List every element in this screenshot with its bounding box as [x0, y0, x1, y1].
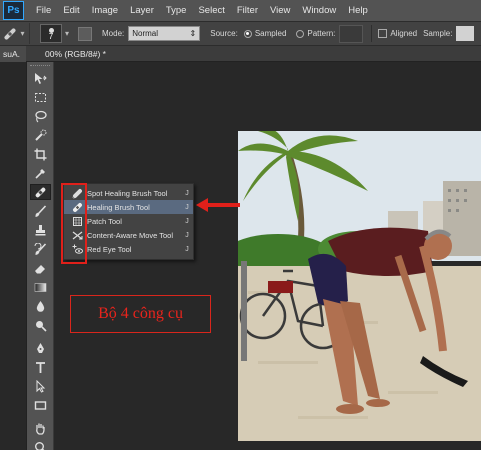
document-image: [238, 131, 481, 441]
menu-help[interactable]: Help: [342, 5, 374, 16]
quick-selection-icon[interactable]: [30, 127, 51, 143]
toolbar-grip[interactable]: [30, 65, 50, 68]
flyout-label: Content-Aware Move Tool: [87, 230, 174, 240]
brush-size-picker[interactable]: 7: [40, 24, 62, 43]
aligned-label: Aligned: [390, 29, 418, 38]
lasso-icon[interactable]: [30, 108, 51, 124]
blur-icon[interactable]: [30, 298, 51, 314]
tab-document-2[interactable]: 00% (RGB/8#) *: [45, 46, 106, 62]
sampled-label: Sampled: [254, 29, 287, 38]
menu-edit[interactable]: Edit: [57, 5, 85, 16]
tools-panel: [27, 62, 54, 450]
flyout-label: Red Eye Tool: [87, 244, 132, 254]
menu-filter[interactable]: Filter: [231, 5, 264, 16]
flyout-label: Patch Tool: [87, 216, 122, 226]
menu-bar: Ps File Edit Image Layer Type Select Fil…: [0, 0, 481, 21]
flyout-label: Healing Brush Tool: [87, 202, 150, 212]
eraser-icon[interactable]: [30, 260, 51, 276]
shortcut-key: J: [185, 231, 189, 239]
pen-icon[interactable]: [30, 340, 51, 356]
brush-icon[interactable]: [30, 203, 51, 219]
eyedropper-icon[interactable]: [30, 165, 51, 181]
panel-dock-collapsed: [0, 62, 27, 450]
move-tool-icon[interactable]: [30, 70, 51, 86]
clone-stamp-icon[interactable]: [30, 222, 51, 238]
type-icon[interactable]: [30, 359, 51, 375]
chevron-down-icon[interactable]: ▾: [62, 29, 72, 38]
history-brush-icon[interactable]: [30, 241, 51, 257]
source-label: Source:: [210, 29, 238, 38]
annotation-arrow-icon: [196, 198, 240, 212]
hand-icon[interactable]: [30, 420, 51, 436]
menu-type[interactable]: Type: [160, 5, 193, 16]
sample-select[interactable]: [456, 26, 475, 41]
gradient-icon[interactable]: [30, 279, 51, 295]
divider: [371, 25, 373, 42]
menu-window[interactable]: Window: [296, 5, 342, 16]
photoshop-logo: Ps: [3, 1, 24, 20]
pattern-label: Pattern:: [307, 29, 336, 38]
dodge-icon[interactable]: [30, 317, 51, 333]
menu-image[interactable]: Image: [86, 5, 124, 16]
healing-brush-icon: [3, 27, 16, 40]
tool-preset-picker[interactable]: ▾: [0, 23, 30, 44]
menu-file[interactable]: File: [30, 5, 57, 16]
crop-icon[interactable]: [30, 146, 51, 162]
chevron-down-icon[interactable]: ▾: [18, 29, 28, 38]
sampled-radio[interactable]: [243, 29, 252, 38]
menu-layer[interactable]: Layer: [124, 5, 160, 16]
mode-value: Normal: [132, 29, 159, 38]
flyout-label: Spot Healing Brush Tool: [87, 188, 168, 198]
mode-label: Mode:: [102, 29, 125, 38]
shortcut-key: J: [185, 203, 189, 211]
annotation-caption: Bộ 4 công cụ: [70, 295, 211, 333]
options-bar: ▾ 7 ▾ Mode: Normal ⇕ Source: Sampled Pat…: [0, 21, 481, 46]
shortcut-key: J: [185, 245, 189, 253]
updown-icon: ⇕: [189, 29, 197, 38]
tab-document-1[interactable]: suA.: [0, 46, 26, 62]
path-selection-icon[interactable]: [30, 378, 51, 394]
aligned-checkbox[interactable]: [378, 29, 388, 38]
healing-brush-icon[interactable]: [30, 184, 51, 200]
document-tab-bar: suA. 00% (RGB/8#) *: [0, 46, 481, 62]
pattern-radio[interactable]: [296, 29, 305, 38]
zoom-icon[interactable]: [30, 439, 51, 450]
pattern-picker[interactable]: [339, 24, 364, 43]
rectangular-marquee-icon[interactable]: [30, 89, 51, 105]
menu-select[interactable]: Select: [192, 5, 230, 16]
sample-label: Sample:: [423, 29, 453, 38]
mode-select[interactable]: Normal ⇕: [128, 26, 201, 41]
shortcut-key: J: [185, 189, 189, 197]
photo-man-on-beach: [238, 131, 481, 441]
brush-panel-toggle[interactable]: [78, 26, 92, 41]
menu-view[interactable]: View: [264, 5, 296, 16]
annotation-highlight-box: [61, 183, 87, 264]
rectangle-shape-icon[interactable]: [30, 397, 51, 413]
shortcut-key: J: [185, 217, 189, 225]
